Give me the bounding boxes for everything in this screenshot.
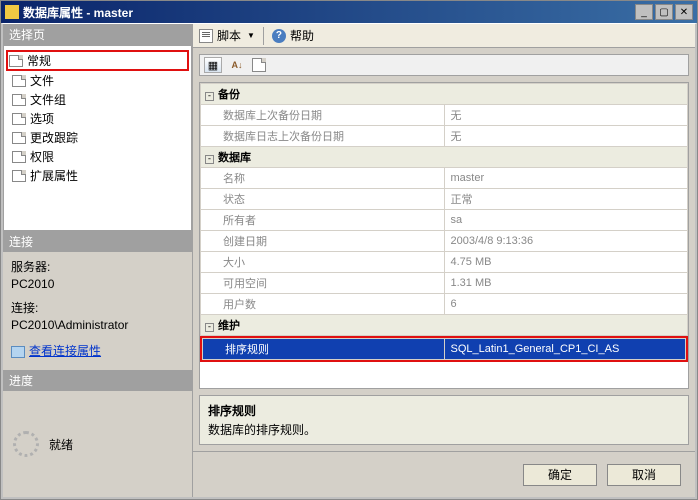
description-title: 排序规则	[208, 402, 680, 419]
toolbar: 脚本 ▼ ? 帮助	[193, 24, 695, 48]
prop-value: 正常	[444, 189, 688, 210]
connection-header: 连接	[3, 231, 192, 252]
prop-value: 1.31 MB	[444, 273, 688, 294]
script-dropdown-icon[interactable]: ▼	[247, 31, 255, 40]
property-grid[interactable]: -备份 数据库上次备份日期无 数据库日志上次备份日期无 -数据库 名称maste…	[199, 82, 689, 389]
prop-label: 可用空间	[201, 273, 445, 294]
collapse-icon[interactable]: -	[205, 155, 214, 164]
restore-button[interactable]: ▢	[655, 4, 673, 20]
script-button[interactable]: 脚本	[217, 27, 241, 44]
prop-label: 数据库上次备份日期	[201, 105, 445, 126]
prop-value-collation[interactable]: SQL_Latin1_General_CP1_CI_AS	[444, 339, 686, 360]
prop-label: 名称	[201, 168, 445, 189]
prop-label: 状态	[201, 189, 445, 210]
cancel-button[interactable]: 取消	[607, 464, 681, 486]
view-connection-properties-link[interactable]: 查看连接属性	[29, 344, 101, 358]
collapse-icon[interactable]: -	[205, 92, 214, 101]
description-box: 排序规则 数据库的排序规则。	[199, 395, 689, 445]
prop-label: 创建日期	[201, 231, 445, 252]
page-filegroups[interactable]: 文件组	[8, 90, 187, 109]
page-icon	[12, 113, 26, 125]
prop-label-collation[interactable]: 排序规则	[203, 339, 445, 360]
server-label: 服务器:	[11, 258, 184, 275]
prop-label: 大小	[201, 252, 445, 273]
prop-value: 4.75 MB	[444, 252, 688, 273]
toolbar-separator	[263, 27, 264, 45]
prop-value: 2003/4/8 9:13:36	[444, 231, 688, 252]
connection-value: PC2010\Administrator	[11, 318, 184, 332]
server-value: PC2010	[11, 277, 184, 291]
prop-label: 数据库日志上次备份日期	[201, 126, 445, 147]
window-title: 数据库属性 - master	[23, 4, 635, 21]
category-database: 数据库	[218, 152, 251, 164]
prop-label: 所有者	[201, 210, 445, 231]
collapse-icon[interactable]: -	[205, 323, 214, 332]
page-files[interactable]: 文件	[8, 71, 187, 90]
category-maintenance: 维护	[218, 320, 240, 332]
minimize-button[interactable]: _	[635, 4, 653, 20]
prop-value: 无	[444, 105, 688, 126]
property-toolbar: ▦ A↓	[199, 54, 689, 76]
description-text: 数据库的排序规则。	[208, 421, 680, 438]
properties-icon[interactable]	[252, 58, 266, 72]
prop-label: 用户数	[201, 294, 445, 315]
page-icon	[12, 94, 26, 106]
highlight-collation-row: 排序规则SQL_Latin1_General_CP1_CI_AS	[200, 336, 688, 362]
page-changetracking[interactable]: 更改跟踪	[8, 128, 187, 147]
progress-header: 进度	[3, 370, 192, 391]
connection-label: 连接:	[11, 299, 184, 316]
page-options[interactable]: 选项	[8, 109, 187, 128]
prop-value: sa	[444, 210, 688, 231]
progress-status: 就绪	[49, 436, 73, 453]
help-button[interactable]: 帮助	[290, 27, 314, 44]
page-permissions[interactable]: 权限	[8, 147, 187, 166]
ok-button[interactable]: 确定	[523, 464, 597, 486]
page-general[interactable]: 常规	[6, 50, 189, 71]
page-icon	[12, 75, 26, 87]
window-icon	[5, 5, 19, 19]
help-icon: ?	[272, 29, 286, 43]
page-icon	[12, 170, 26, 182]
link-icon	[11, 346, 25, 358]
page-ext-properties[interactable]: 扩展属性	[8, 166, 187, 185]
close-button[interactable]: ✕	[675, 4, 693, 20]
page-icon	[9, 55, 23, 67]
prop-value: master	[444, 168, 688, 189]
page-icon	[12, 151, 26, 163]
title-bar: 数据库属性 - master _ ▢ ✕	[1, 1, 697, 23]
page-icon	[12, 132, 26, 144]
alphabetical-button[interactable]: A↓	[228, 57, 246, 73]
categorized-button[interactable]: ▦	[204, 57, 222, 73]
prop-value: 无	[444, 126, 688, 147]
progress-spinner-icon	[13, 431, 39, 457]
category-backup: 备份	[218, 89, 240, 101]
script-icon	[199, 29, 213, 43]
prop-value: 6	[444, 294, 688, 315]
select-pages-header: 选择页	[3, 24, 192, 45]
